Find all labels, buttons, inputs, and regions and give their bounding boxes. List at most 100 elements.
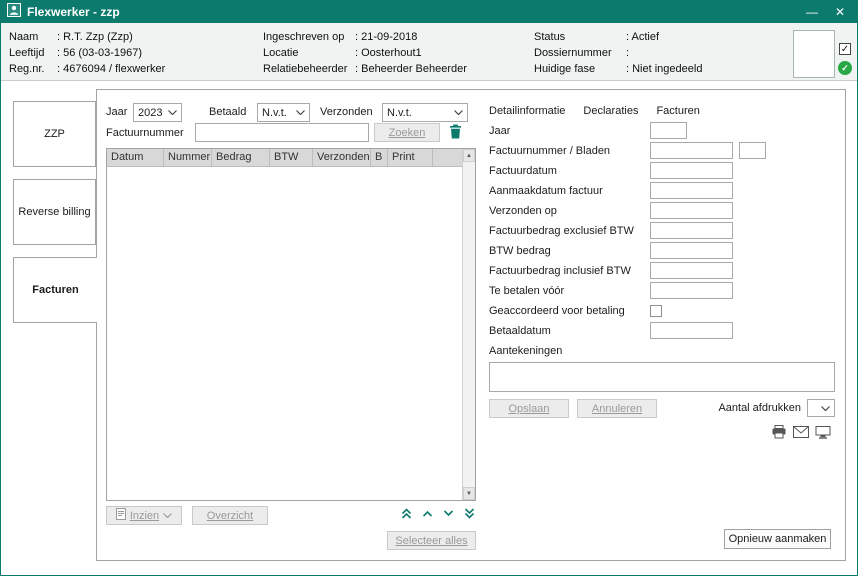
aanmaakdatum-input[interactable] — [650, 182, 733, 199]
leeftijd-label: Leeftijd — [9, 47, 57, 59]
regnr-label: Reg.nr. — [9, 63, 57, 75]
chevron-down-icon — [821, 406, 830, 411]
col-datum[interactable]: Datum — [107, 149, 164, 167]
factuurnummer-filter-label: Factuurnummer — [106, 127, 184, 139]
bedrag-excl-input[interactable] — [650, 222, 733, 239]
overzicht-button[interactable]: Overzicht — [192, 506, 268, 525]
betaaldatum-label: Betaaldatum — [489, 325, 551, 337]
factuurnummer-search-input[interactable] — [195, 123, 369, 142]
printer-icon[interactable] — [771, 425, 787, 439]
opnieuw-aanmaken-label: Opnieuw aanmaken — [729, 533, 827, 545]
checked-checkbox[interactable]: ✓ — [839, 43, 851, 55]
geaccordeerd-checkbox[interactable] — [650, 305, 662, 317]
table-scrollbar[interactable]: ▲ ▼ — [462, 149, 475, 500]
verzonden-op-input[interactable] — [650, 202, 733, 219]
detail-row-jaar: Jaar — [489, 122, 835, 142]
tab-facturen-label: Facturen — [32, 284, 78, 296]
tab-reverse-billing[interactable]: Reverse billing — [13, 179, 96, 245]
col-print[interactable]: Print — [388, 149, 433, 167]
last-record-icon[interactable] — [463, 507, 476, 520]
first-record-icon[interactable] — [400, 507, 413, 520]
ingeschreven-label: Ingeschreven op — [263, 31, 355, 43]
delete-button[interactable] — [446, 124, 464, 141]
betaaldatum-input[interactable] — [650, 322, 733, 339]
factuurnummer-bladen-label: Factuurnummer / Bladen — [489, 145, 610, 157]
detail-row-factuurnummer: Factuurnummer / Bladen — [489, 142, 835, 162]
betaald-select[interactable]: N.v.t. — [257, 103, 310, 122]
next-record-icon[interactable] — [442, 509, 455, 518]
btw-bedrag-label: BTW bedrag — [489, 245, 551, 257]
huidige-fase-value: : Niet ingedeeld — [626, 63, 702, 75]
status-ok-icon: ✓ — [838, 61, 852, 75]
te-betalen-label: Te betalen vóór — [489, 285, 564, 297]
btw-bedrag-input[interactable] — [650, 242, 733, 259]
bedrag-excl-label: Factuurbedrag exclusief BTW — [489, 225, 634, 237]
regnr-value: : 4676094 / flexwerker — [57, 63, 165, 75]
overzicht-button-label: Overzicht — [207, 510, 253, 522]
verzonden-select[interactable]: N.v.t. — [382, 103, 468, 122]
previous-record-icon[interactable] — [421, 509, 434, 518]
zoeken-button[interactable]: Zoeken — [374, 123, 440, 142]
jaar-label: Jaar — [489, 125, 510, 137]
status-label: Status — [534, 31, 626, 43]
output-icon-bar — [771, 425, 831, 439]
zoeken-button-label: Zoeken — [389, 127, 426, 139]
opslaan-button[interactable]: Opslaan — [489, 399, 569, 418]
te-betalen-input[interactable] — [650, 282, 733, 299]
jaar-filter-label: Jaar — [106, 106, 127, 118]
dossiernummer-label: Dossiernummer — [534, 47, 626, 59]
col-verzonden[interactable]: Verzonden — [313, 149, 371, 167]
tab-facturen[interactable]: Facturen — [13, 257, 97, 323]
tab-zzp[interactable]: ZZP — [13, 101, 96, 167]
table-header-row: Datum Nummer Bedrag BTW Verzonden B Prin… — [107, 149, 462, 167]
status-value: : Actief — [626, 31, 659, 43]
verzonden-filter-label: Verzonden — [320, 106, 373, 118]
factuurdatum-input[interactable] — [650, 162, 733, 179]
col-nummer[interactable]: Nummer — [164, 149, 212, 167]
chevron-down-icon — [454, 110, 463, 115]
aantal-afdrukken-select[interactable] — [807, 399, 835, 417]
chevron-down-icon — [296, 110, 305, 115]
col-bedrag[interactable]: Bedrag — [212, 149, 270, 167]
tab-zzp-label: ZZP — [44, 128, 65, 140]
minimize-button[interactable]: — — [801, 2, 823, 22]
scroll-up-icon[interactable]: ▲ — [463, 149, 475, 162]
col-btw[interactable]: BTW — [270, 149, 313, 167]
ingeschreven-value: : 21-09-2018 — [355, 31, 417, 43]
jaar-select[interactable]: 2023 — [133, 103, 182, 122]
col-b[interactable]: B — [371, 149, 388, 167]
close-button[interactable]: ✕ — [829, 2, 851, 22]
tab-declaraties[interactable]: Declaraties — [583, 105, 638, 117]
naam-value: : R.T. Zzp (Zzp) — [57, 31, 133, 43]
scroll-down-icon[interactable]: ▼ — [463, 487, 475, 500]
betaald-filter-label: Betaald — [209, 106, 246, 118]
facturen-panel: Jaar 2023 Betaald N.v.t. Verzonden N.v.t… — [96, 89, 846, 561]
bladen-input[interactable] — [739, 142, 766, 159]
verzonden-select-value: N.v.t. — [387, 107, 412, 119]
monitor-icon[interactable] — [815, 426, 831, 439]
document-icon — [116, 508, 126, 523]
detail-row-factuurdatum: Factuurdatum — [489, 162, 835, 182]
dossiernummer-value: : — [626, 47, 629, 59]
header-column-1: Naam: R.T. Zzp (Zzp) Leeftijd: 56 (03-03… — [9, 29, 165, 77]
chevron-down-icon — [168, 110, 177, 115]
detail-row-aantekeningen: Aantekeningen — [489, 342, 835, 362]
jaar-input[interactable] — [650, 122, 687, 139]
annuleren-button[interactable]: Annuleren — [577, 399, 657, 418]
window-title: Flexwerker - zzp — [27, 5, 795, 19]
detail-tabs: Detailinformatie Declaraties Facturen — [489, 105, 700, 117]
relatiebeheerder-value: : Beheerder Beheerder — [355, 63, 467, 75]
tab-facturen-detail[interactable]: Facturen — [656, 105, 699, 117]
aantekeningen-label: Aantekeningen — [489, 345, 562, 357]
aantekeningen-textarea[interactable] — [489, 362, 835, 392]
opnieuw-aanmaken-button[interactable]: Opnieuw aanmaken — [724, 529, 831, 549]
bedrag-incl-input[interactable] — [650, 262, 733, 279]
selecteer-alles-button[interactable]: Selecteer alles — [387, 531, 476, 550]
detail-row-te-betalen: Te betalen vóór — [489, 282, 835, 302]
inzien-button[interactable]: Inzien — [106, 506, 182, 525]
aanmaakdatum-label: Aanmaakdatum factuur — [489, 185, 603, 197]
naam-label: Naam — [9, 31, 57, 43]
email-icon[interactable] — [793, 426, 809, 438]
tab-detailinformatie[interactable]: Detailinformatie — [489, 105, 565, 117]
factuurnummer-input[interactable] — [650, 142, 733, 159]
